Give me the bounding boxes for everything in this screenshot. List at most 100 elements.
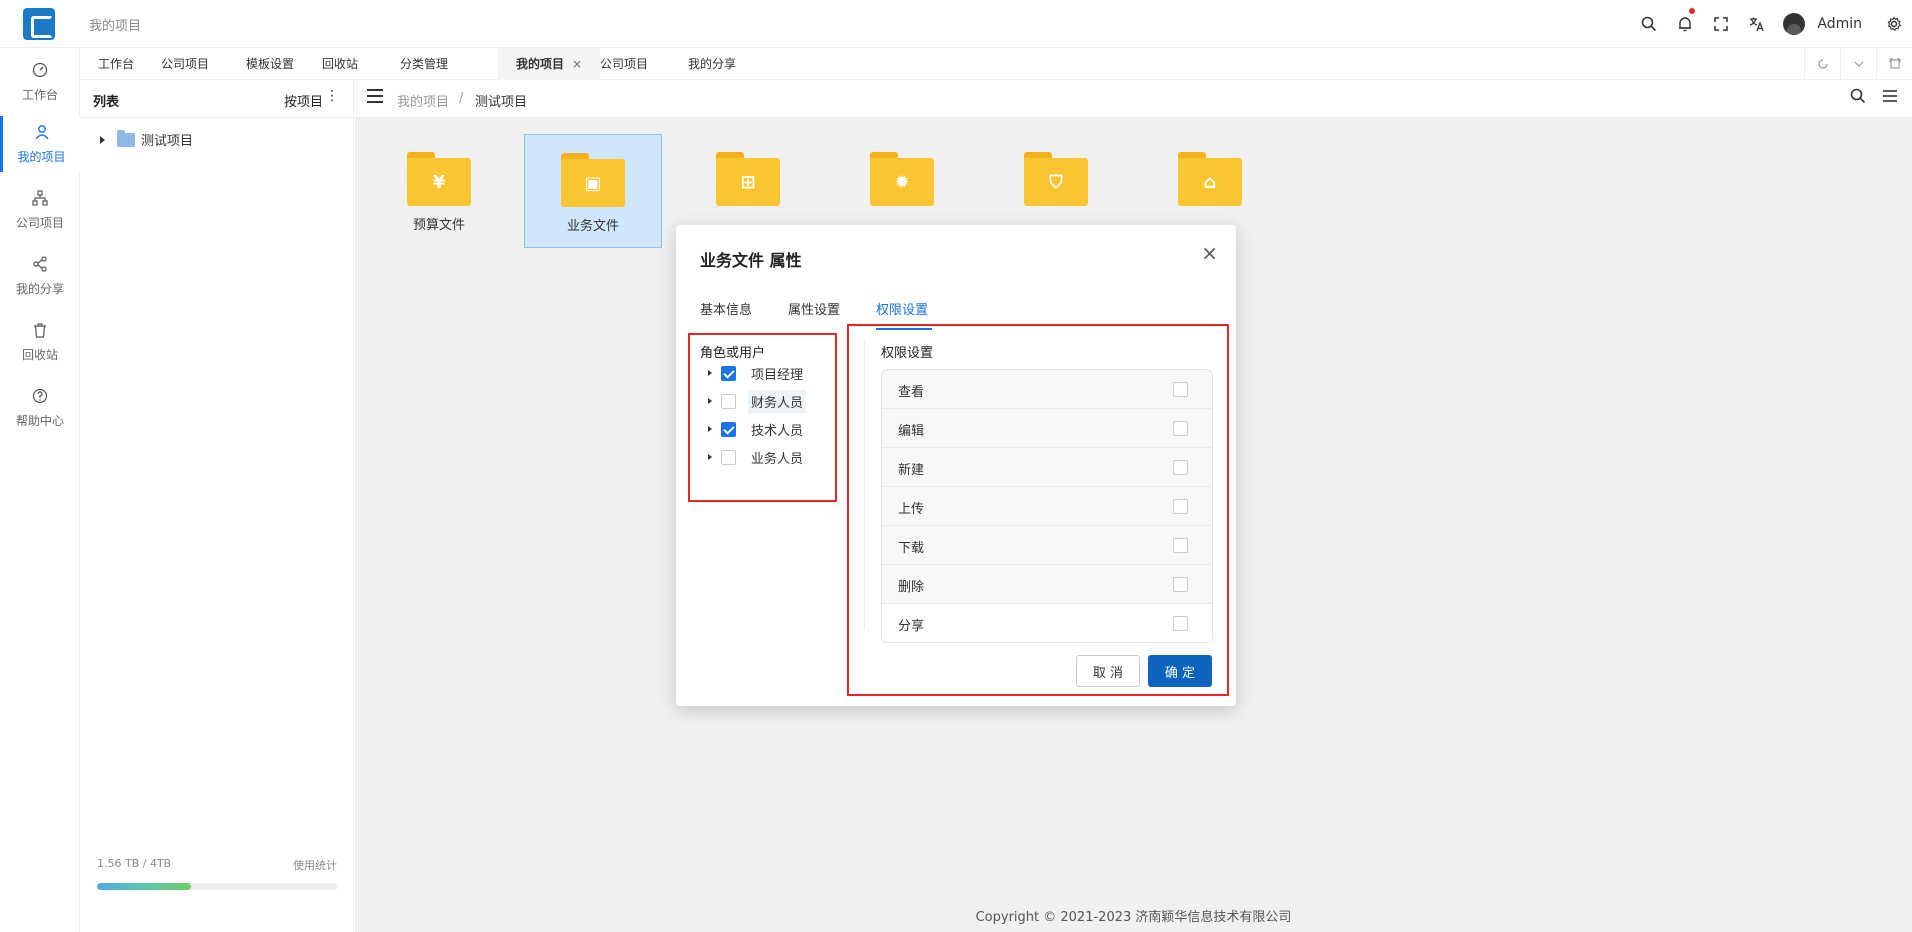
permission-row[interactable]: 下载 [882, 526, 1212, 565]
translate-icon[interactable] [1739, 0, 1775, 48]
tab-my-shares[interactable]: 我的分享 [670, 48, 754, 80]
role-item[interactable]: 项目经理 [708, 363, 806, 383]
nav-item-company-projects[interactable]: 公司项目 [0, 182, 80, 238]
folder-icon: ⛉ [1024, 152, 1088, 206]
tab-basic-info[interactable]: 基本信息 [700, 299, 752, 318]
roles-header: 角色或用户 [700, 346, 766, 361]
left-nav: 工作台 我的项目 公司项目 我的分享 回收站 帮助中心 [0, 48, 80, 932]
tab-workbench[interactable]: 工作台 [80, 48, 152, 80]
nav-item-recycle-bin[interactable]: 回收站 [0, 314, 80, 370]
nav-item-label: 工作台 [21, 87, 58, 102]
tree-title: 列表 [93, 95, 120, 110]
permission-checkbox[interactable] [1173, 382, 1188, 397]
dashboard-icon [32, 62, 48, 82]
page-tabs: 工作台 公司项目 模板设置 回收站 分类管理 我的项目 × 公司项目 我的分享 [80, 48, 1912, 80]
tab-company-projects[interactable]: 公司项目 [143, 48, 227, 80]
permission-row[interactable]: 分享 [882, 604, 1212, 642]
permissions-header: 权限设置 [881, 346, 934, 361]
breadcrumb-root[interactable]: 我的项目 [397, 91, 449, 110]
tab-close-icon[interactable]: × [572, 57, 582, 71]
header-actions: Admin [1631, 0, 1912, 48]
permission-checkbox[interactable] [1173, 460, 1188, 475]
more-icon[interactable]: ⋮ [325, 88, 339, 104]
permissions-table: 查看 编辑 新建 上传 下载 删除 分享 [881, 369, 1213, 643]
role-item[interactable]: 财务人员 [708, 389, 807, 413]
tab-company-projects-2[interactable]: 公司项目 [582, 48, 666, 80]
permission-row[interactable]: 编辑 [882, 409, 1212, 448]
nav-item-label: 我的项目 [17, 149, 66, 164]
nav-item-my-projects[interactable]: 我的项目 [0, 116, 80, 172]
confirm-button[interactable]: 确 定 [1148, 655, 1212, 687]
folder-icon: ⌂ [1178, 152, 1242, 206]
org-icon [32, 189, 48, 210]
menu-fold-icon[interactable] [367, 89, 383, 105]
permission-row[interactable]: 查看 [882, 370, 1212, 409]
usage-stats-link[interactable]: 使用统计 [293, 857, 337, 873]
user-icon [34, 124, 50, 144]
caret-right-icon[interactable] [708, 426, 712, 432]
role-checkbox[interactable] [721, 393, 736, 409]
permission-row[interactable]: 上传 [882, 487, 1212, 526]
role-checkbox[interactable] [721, 365, 736, 381]
permission-checkbox[interactable] [1173, 616, 1188, 631]
header-title: 我的项目 [89, 19, 142, 34]
search-icon[interactable] [1850, 88, 1866, 108]
caret-right-icon[interactable] [100, 135, 105, 144]
nav-item-help-center[interactable]: 帮助中心 [0, 380, 80, 436]
gear-icon[interactable] [1880, 0, 1908, 48]
nav-item-label: 回收站 [21, 347, 58, 362]
app-logo[interactable] [23, 8, 55, 40]
search-icon[interactable] [1631, 0, 1667, 48]
close-icon[interactable]: × [1201, 241, 1218, 265]
refresh-icon[interactable] [1804, 48, 1840, 80]
maximize-icon[interactable] [1876, 48, 1912, 80]
permission-label: 下载 [898, 541, 925, 556]
breadcrumb-separator: / [459, 91, 464, 106]
tab-attribute-settings[interactable]: 属性设置 [788, 299, 840, 318]
permission-label: 查看 [898, 385, 925, 400]
role-label: 财务人员 [748, 389, 807, 413]
folder-icon [117, 129, 135, 147]
caret-right-icon[interactable] [708, 398, 712, 404]
role-item[interactable]: 业务人员 [708, 447, 806, 467]
role-checkbox[interactable] [721, 421, 736, 437]
permission-checkbox[interactable] [1173, 538, 1188, 553]
user-name[interactable]: Admin [1817, 16, 1862, 32]
nav-item-label: 帮助中心 [15, 413, 64, 428]
folder-item[interactable]: ¥ 预算文件 [370, 134, 508, 248]
folder-icon: ⊞ [716, 152, 780, 206]
caret-right-icon[interactable] [708, 370, 712, 376]
role-checkbox[interactable] [721, 449, 736, 465]
list-view-icon[interactable] [1882, 88, 1898, 108]
folder-item-selected[interactable]: ▣ 业务文件 [524, 134, 662, 248]
permission-row[interactable]: 删除 [882, 565, 1212, 604]
tab-template-settings[interactable]: 模板设置 [228, 48, 312, 80]
help-icon [32, 388, 48, 408]
folder-icon: ▣ [561, 153, 625, 207]
sort-by-project-button[interactable]: 按项目 [284, 91, 323, 110]
caret-right-icon[interactable] [708, 454, 712, 460]
fullscreen-icon[interactable] [1703, 0, 1739, 48]
nav-item-my-shares[interactable]: 我的分享 [0, 248, 80, 304]
properties-dialog: 业务文件 属性 × 基本信息 属性设置 权限设置 角色或用户 项目经理 财务人员… [676, 225, 1236, 706]
nav-item-dashboard[interactable]: 工作台 [0, 54, 80, 110]
tab-permission-settings[interactable]: 权限设置 [876, 299, 928, 318]
tab-category-management[interactable]: 分类管理 [382, 48, 466, 80]
nav-item-label: 公司项目 [15, 215, 64, 230]
role-item[interactable]: 技术人员 [708, 419, 806, 439]
tab-recycle-bin[interactable]: 回收站 [304, 48, 376, 80]
permission-checkbox[interactable] [1173, 421, 1188, 436]
chevron-down-icon[interactable] [1840, 48, 1876, 80]
folder-icon: ¥ [407, 152, 471, 206]
copyright-footer: Copyright © 2021-2023 济南颖华信息技术有限公司 [975, 910, 1292, 925]
bell-icon[interactable] [1667, 0, 1703, 48]
permission-checkbox[interactable] [1173, 499, 1188, 514]
tree-node[interactable]: 测试项目 [100, 129, 193, 149]
avatar[interactable] [1783, 13, 1806, 35]
permission-checkbox[interactable] [1173, 577, 1188, 592]
breadcrumb-current: 测试项目 [475, 95, 528, 110]
cancel-button[interactable]: 取 消 [1076, 655, 1140, 687]
permission-row[interactable]: 新建 [882, 448, 1212, 487]
tree-header: 列表 按项目 ⋮ [80, 80, 353, 118]
storage-bar [97, 883, 337, 890]
